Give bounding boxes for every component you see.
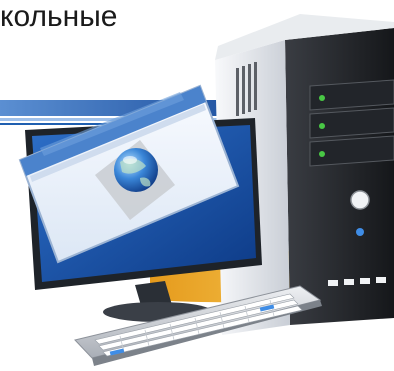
drive-bays bbox=[309, 79, 394, 167]
power-led bbox=[356, 228, 364, 236]
computer-illustration bbox=[0, 14, 394, 366]
power-button bbox=[350, 190, 370, 210]
